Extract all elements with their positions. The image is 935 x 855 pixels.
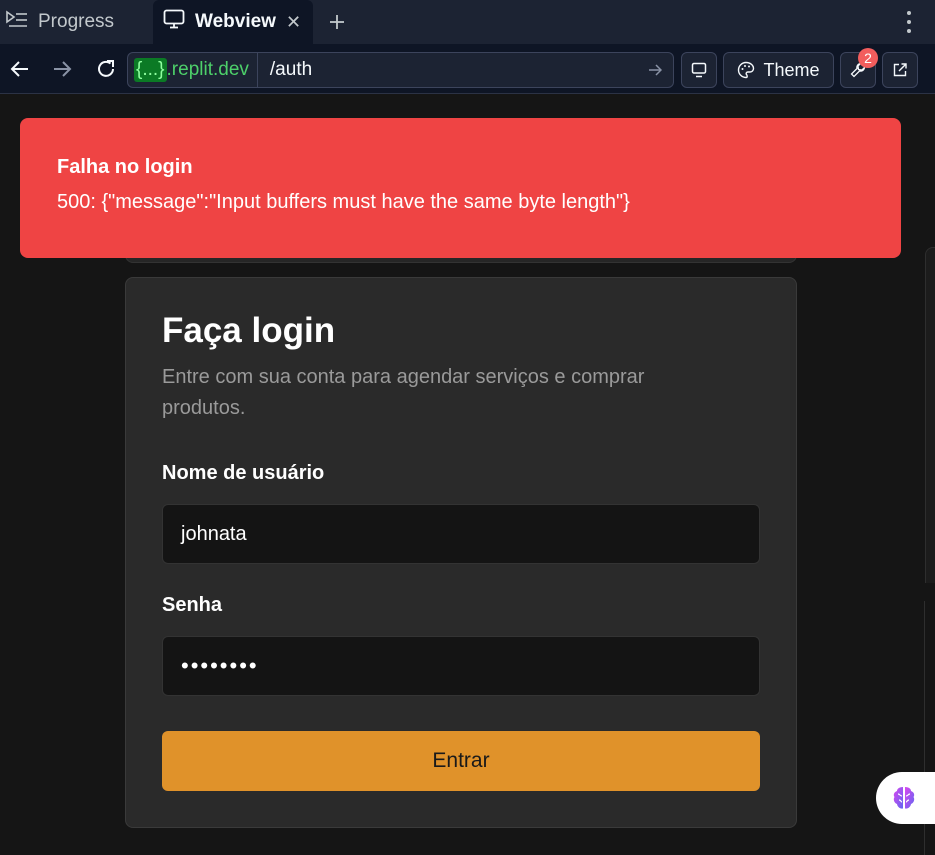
- password-field[interactable]: ••••••••: [162, 636, 760, 696]
- tab-webview-label: Webview: [195, 11, 276, 32]
- palette-icon: [738, 61, 755, 79]
- go-button[interactable]: [637, 64, 673, 76]
- page-title: Faça login: [162, 311, 336, 350]
- error-toast: Falha no login 500: {"message":"Input bu…: [20, 118, 901, 258]
- webview-content: Falha no login 500: {"message":"Input bu…: [0, 95, 935, 855]
- reload-icon: [98, 59, 114, 77]
- more-options-icon[interactable]: [905, 11, 913, 33]
- brain-icon: [893, 787, 915, 809]
- url-host-suffix: .replit.dev: [166, 59, 249, 80]
- device-preview-button[interactable]: [681, 52, 717, 88]
- reload-button[interactable]: [86, 49, 126, 89]
- tab-webview[interactable]: Webview ✕: [153, 0, 313, 44]
- side-panel-edge: [925, 247, 935, 583]
- toast-title: Falha no login: [57, 156, 193, 178]
- external-link-icon: [893, 63, 907, 77]
- tab-progress-label: Progress: [38, 11, 115, 32]
- password-label: Senha: [162, 594, 223, 616]
- arrow-right-icon: [54, 60, 72, 77]
- progress-list-icon: [6, 10, 28, 34]
- arrow-right-icon: [649, 64, 662, 76]
- devtools-badge: 2: [858, 48, 878, 68]
- url-host: {...} .replit.dev: [128, 53, 258, 87]
- plus-icon: [330, 15, 344, 29]
- username-field[interactable]: johnata: [162, 504, 760, 564]
- url-field[interactable]: {...} .replit.dev /auth: [127, 52, 674, 88]
- login-button[interactable]: Entrar: [162, 731, 760, 791]
- theme-label: Theme: [763, 59, 820, 80]
- theme-button[interactable]: Theme: [723, 52, 834, 88]
- address-bar-row: {...} .replit.dev /auth Theme: [0, 44, 935, 94]
- new-tab-button[interactable]: [313, 0, 361, 44]
- page-subtitle: Entre com sua conta para agendar serviço…: [162, 366, 645, 419]
- assistant-button[interactable]: [876, 772, 935, 824]
- monitor-icon: [691, 62, 707, 78]
- toast-description: 500: {"message":"Input buffers must have…: [57, 191, 630, 213]
- close-tab-icon[interactable]: ✕: [286, 12, 301, 33]
- forward-button[interactable]: [42, 49, 82, 89]
- arrow-left-icon: [10, 60, 28, 77]
- tab-bar: Progress Webview ✕: [0, 0, 935, 44]
- url-host-highlight: {...}: [134, 58, 167, 82]
- tab-progress[interactable]: Progress: [0, 0, 153, 44]
- back-button[interactable]: [0, 49, 40, 89]
- login-card: Faça login Entre com sua conta para agen…: [125, 277, 797, 828]
- username-label: Nome de usuário: [162, 462, 325, 484]
- open-new-window-button[interactable]: [882, 52, 918, 88]
- monitor-icon: [163, 9, 185, 35]
- url-path[interactable]: /auth: [258, 59, 637, 81]
